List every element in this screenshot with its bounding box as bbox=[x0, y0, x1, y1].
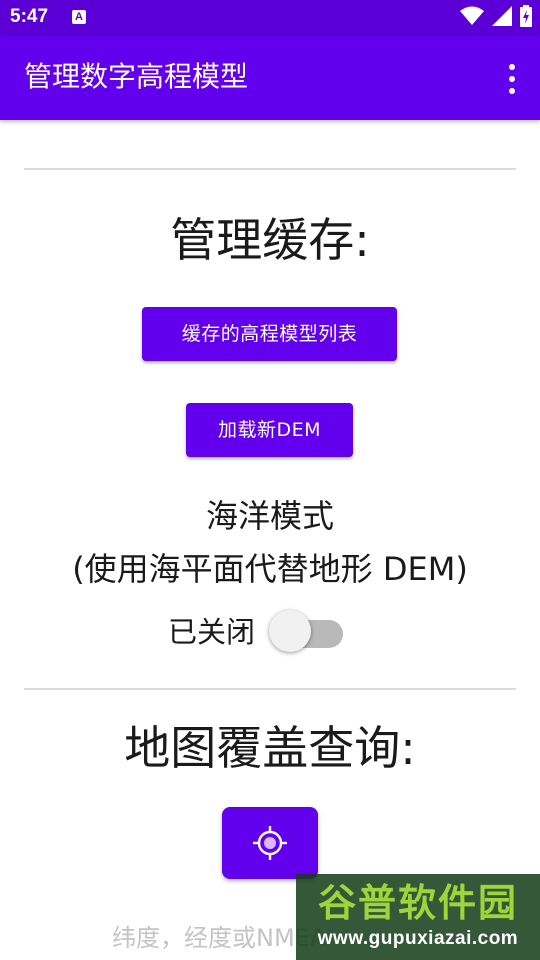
status-icons bbox=[460, 5, 532, 31]
watermark-title: 谷普软件园 bbox=[317, 881, 518, 925]
battery-icon bbox=[520, 5, 532, 31]
divider-middle bbox=[24, 688, 516, 690]
ocean-mode-subtitle: (使用海平面代替地形 DEM) bbox=[72, 550, 468, 588]
signal-icon bbox=[492, 6, 512, 30]
ocean-mode-switch-label: 已关闭 bbox=[168, 615, 256, 649]
coordinate-hint-text: 纬度，经度或NMEA bbox=[112, 924, 327, 952]
app-bar: 管理数字高程模型 bbox=[0, 36, 540, 120]
load-new-dem-button[interactable]: 加载新DEM bbox=[186, 403, 353, 457]
ocean-mode-title: 海洋模式 bbox=[205, 497, 334, 535]
watermark-url: www.gupuxiazai.com bbox=[317, 928, 519, 949]
ocean-mode-switch[interactable] bbox=[269, 606, 345, 654]
my-location-icon bbox=[252, 825, 288, 865]
wifi-icon bbox=[460, 6, 484, 30]
app-title: 管理数字高程模型 bbox=[24, 60, 249, 93]
divider-top bbox=[24, 168, 516, 170]
status-time: 5:47 bbox=[10, 6, 49, 27]
overflow-menu-icon[interactable] bbox=[506, 64, 518, 94]
status-bar: 5:47 A bbox=[0, 0, 540, 36]
locate-button[interactable] bbox=[222, 807, 318, 879]
watermark-logo: 谷普软件园 www.gupuxiazai.com bbox=[296, 874, 540, 960]
switch-thumb[interactable] bbox=[269, 610, 312, 652]
coverage-heading: 地图覆盖查询: bbox=[124, 721, 416, 775]
ocean-mode-row: 已关闭 bbox=[168, 606, 345, 654]
cached-dem-list-button[interactable]: 缓存的高程模型列表 bbox=[142, 307, 397, 361]
cache-heading: 管理缓存: bbox=[170, 213, 370, 267]
notification-icon: A bbox=[72, 10, 86, 24]
